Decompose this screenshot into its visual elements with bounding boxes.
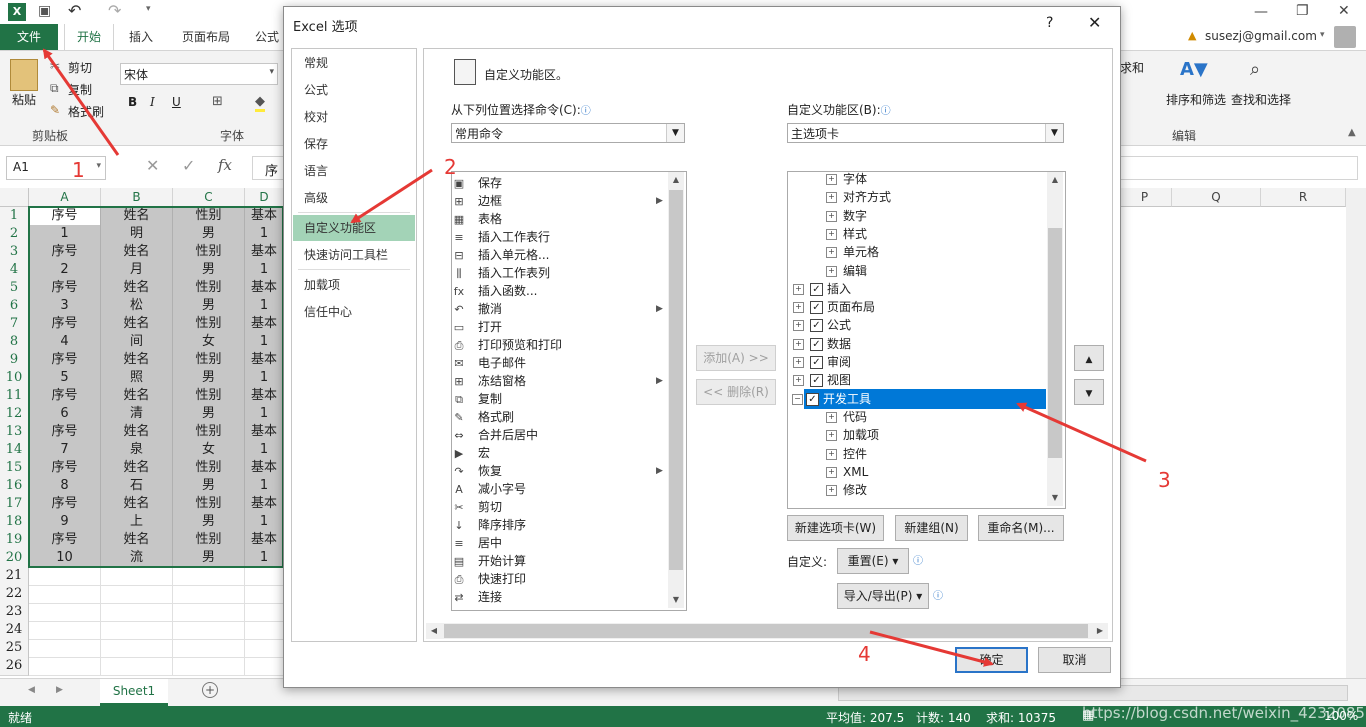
annotation-number-2: 2 — [444, 155, 457, 179]
annotation-arrows — [42, 48, 1147, 667]
annotation-arrow-2 — [350, 168, 433, 224]
annotation-number-4: 4 — [858, 642, 871, 666]
annotation-number-3: 3 — [1158, 468, 1171, 492]
annotation-arrow-4 — [869, 630, 994, 667]
annotation-number-1: 1 — [72, 158, 85, 182]
annotation-arrow-1 — [42, 48, 120, 156]
annotation-arrow-3 — [1016, 402, 1147, 463]
